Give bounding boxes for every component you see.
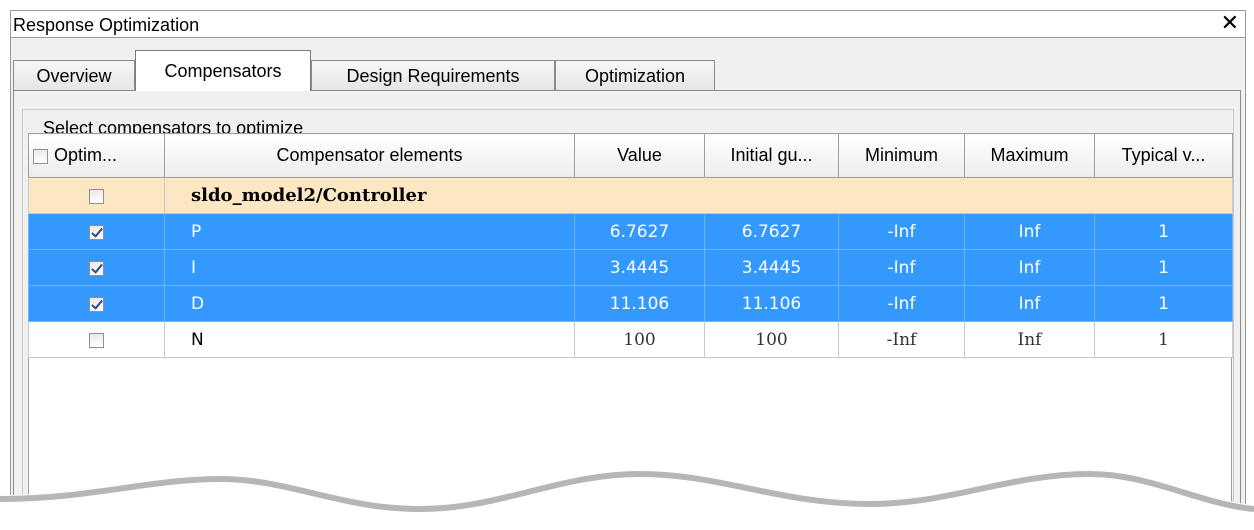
compensator-table: Optim... Compensator elements Value Init…: [28, 133, 1233, 358]
optimize-checkbox-cell: [29, 322, 165, 358]
tab-compensators[interactable]: Compensators: [135, 50, 311, 91]
minimum-cell[interactable]: -Inf: [839, 286, 965, 322]
value-cell[interactable]: 100: [575, 322, 705, 358]
close-icon[interactable]: ✕: [1221, 12, 1239, 36]
minimum-cell[interactable]: -Inf: [839, 214, 965, 250]
table-row[interactable]: N 100 100 -Inf Inf 1: [29, 322, 1233, 358]
element-name: N: [165, 322, 575, 358]
maximum-cell[interactable]: Inf: [965, 286, 1095, 322]
maximum-cell[interactable]: Inf: [965, 322, 1095, 358]
initial-guess-cell[interactable]: 100: [705, 322, 839, 358]
select-all-checkbox[interactable]: [33, 149, 48, 164]
value-cell[interactable]: 6.7627: [575, 214, 705, 250]
column-label: Optim...: [54, 145, 118, 165]
group-checkbox-cell: [29, 178, 165, 214]
tab-optimization[interactable]: Optimization: [555, 60, 715, 90]
maximum-cell[interactable]: Inf: [965, 214, 1095, 250]
optimize-checkbox[interactable]: [89, 261, 104, 276]
minimum-cell[interactable]: -Inf: [839, 250, 965, 286]
table-row[interactable]: I 3.4445 3.4445 -Inf Inf 1: [29, 250, 1233, 286]
group-checkbox[interactable]: [89, 189, 104, 204]
column-header-optimize[interactable]: Optim...: [29, 134, 165, 178]
typical-value-cell[interactable]: 1: [1095, 214, 1233, 250]
table-row[interactable]: D 11.106 11.106 -Inf Inf 1: [29, 286, 1233, 322]
table-group-row[interactable]: sldo_model2/Controller: [29, 178, 1233, 214]
table-row[interactable]: P 6.7627 6.7627 -Inf Inf 1: [29, 214, 1233, 250]
column-header-typical-value[interactable]: Typical v...: [1095, 134, 1233, 178]
value-cell[interactable]: 11.106: [575, 286, 705, 322]
tab-design-requirements[interactable]: Design Requirements: [311, 60, 555, 90]
column-header-compensator-elements[interactable]: Compensator elements: [165, 134, 575, 178]
element-name: D: [165, 286, 575, 322]
optimize-checkbox-cell: [29, 286, 165, 322]
initial-guess-cell[interactable]: 11.106: [705, 286, 839, 322]
table-header-row: Optim... Compensator elements Value Init…: [29, 134, 1233, 178]
value-cell[interactable]: 3.4445: [575, 250, 705, 286]
compensators-panel: Select compensators to optimize Optim...…: [13, 90, 1241, 530]
tab-overview[interactable]: Overview: [13, 60, 135, 90]
optimize-checkbox[interactable]: [89, 333, 104, 348]
typical-value-cell[interactable]: 1: [1095, 322, 1233, 358]
column-header-minimum[interactable]: Minimum: [839, 134, 965, 178]
column-header-initial-guess[interactable]: Initial gu...: [705, 134, 839, 178]
initial-guess-cell[interactable]: 3.4445: [705, 250, 839, 286]
initial-guess-cell[interactable]: 6.7627: [705, 214, 839, 250]
group-row-name: sldo_model2/Controller: [165, 178, 1233, 214]
optimize-checkbox[interactable]: [89, 297, 104, 312]
optimize-checkbox-cell: [29, 214, 165, 250]
minimum-cell[interactable]: -Inf: [839, 322, 965, 358]
maximum-cell[interactable]: Inf: [965, 250, 1095, 286]
optimize-checkbox[interactable]: [89, 225, 104, 240]
element-name: I: [165, 250, 575, 286]
title-bar: Response Optimization ✕: [10, 10, 1246, 38]
typical-value-cell[interactable]: 1: [1095, 286, 1233, 322]
column-header-maximum[interactable]: Maximum: [965, 134, 1095, 178]
dialog-body: Overview Compensators Design Requirement…: [10, 38, 1246, 518]
optimize-checkbox-cell: [29, 250, 165, 286]
element-name: P: [165, 214, 575, 250]
typical-value-cell[interactable]: 1: [1095, 250, 1233, 286]
column-header-value[interactable]: Value: [575, 134, 705, 178]
window-title: Response Optimization: [13, 15, 200, 35]
window-frame: Response Optimization ✕ Overview Compens…: [0, 0, 1254, 518]
